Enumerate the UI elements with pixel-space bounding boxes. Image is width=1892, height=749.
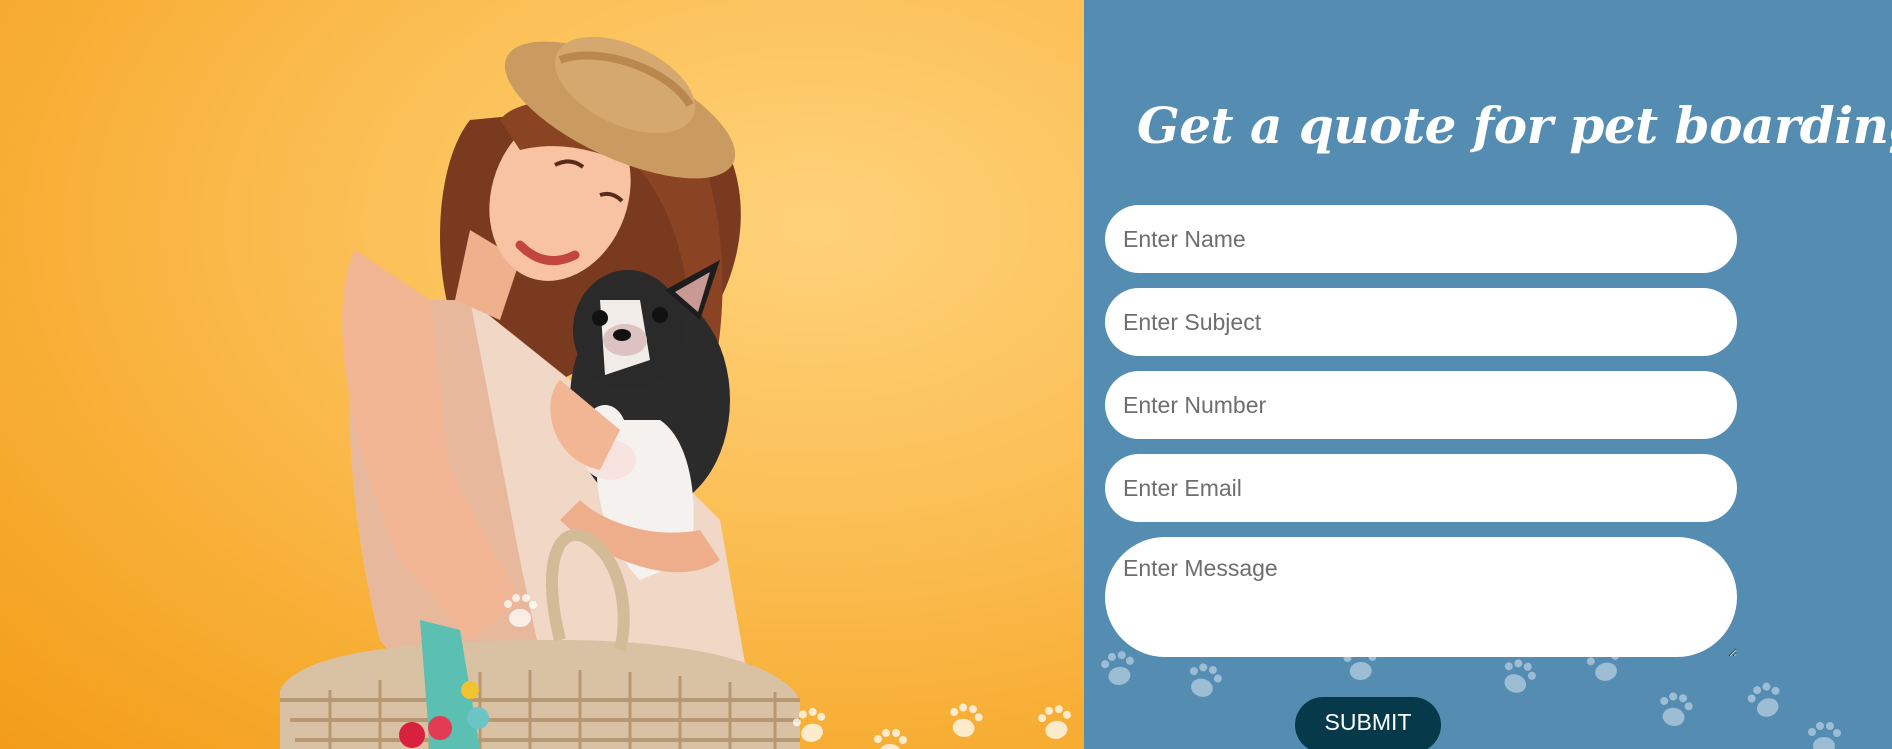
subject-input[interactable] [1105,288,1737,356]
quote-form-panel: Get a quote for pet boarding SUBMIT [1084,0,1892,749]
form-title: Get a quote for pet boarding [1137,96,1892,155]
message-textarea[interactable] [1105,537,1737,657]
submit-button[interactable]: SUBMIT [1295,697,1441,749]
number-input[interactable] [1105,371,1737,439]
hero-image [0,0,1084,749]
email-input[interactable] [1105,454,1737,522]
name-input[interactable] [1105,205,1737,273]
woman-with-dog-illustration [280,36,1071,749]
